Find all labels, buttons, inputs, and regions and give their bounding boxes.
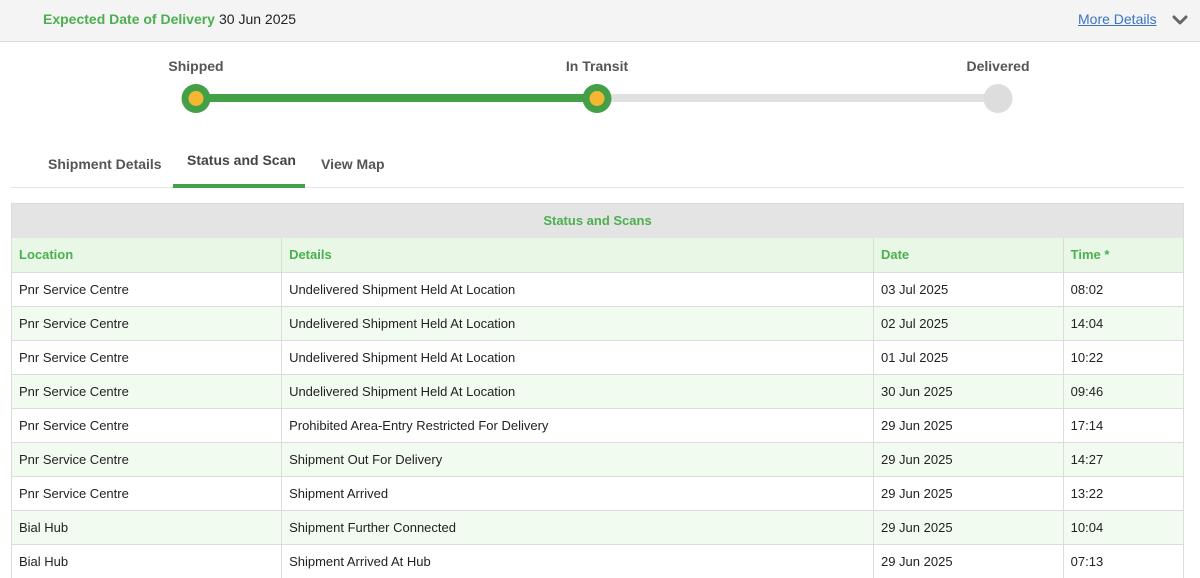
- table-row: Pnr Service Centre Undelivered Shipment …: [12, 306, 1183, 341]
- progress-track-completed: [196, 94, 598, 102]
- cell-time: 14:04: [1063, 306, 1183, 341]
- table-row: Pnr Service Centre Undelivered Shipment …: [12, 340, 1183, 375]
- cell-time: 07:13: [1063, 544, 1183, 578]
- cell-date: 29 Jun 2025: [873, 510, 1064, 545]
- table-row: Pnr Service Centre Undelivered Shipment …: [12, 374, 1183, 409]
- cell-location: Pnr Service Centre: [12, 476, 283, 511]
- cell-details: Undelivered Shipment Held At Location: [281, 340, 874, 375]
- cell-details: Shipment Arrived: [281, 476, 874, 511]
- stage-label-shipped: Shipped: [168, 58, 224, 74]
- status-scans-panel: Status and Scans Location Details Date T…: [11, 203, 1184, 578]
- cell-location: Pnr Service Centre: [12, 340, 283, 375]
- cell-location: Pnr Service Centre: [12, 442, 283, 477]
- cell-location: Bial Hub: [12, 544, 283, 578]
- table-row: Bial Hub Shipment Arrived At Hub 29 Jun …: [12, 544, 1183, 578]
- tab-shipment-details[interactable]: Shipment Details: [37, 140, 169, 188]
- cell-location: Pnr Service Centre: [12, 374, 283, 409]
- cell-time: 09:46: [1063, 374, 1183, 409]
- tab-status-and-scan[interactable]: Status and Scan: [173, 140, 305, 188]
- table-row: Bial Hub Shipment Further Connected 29 J…: [12, 510, 1183, 545]
- cell-date: 30 Jun 2025: [873, 374, 1064, 409]
- stage-node-in-transit: [582, 84, 612, 113]
- cell-details: Shipment Out For Delivery: [281, 442, 874, 477]
- table-row: Pnr Service Centre Shipment Out For Deli…: [12, 442, 1183, 477]
- cell-time: 17:14: [1063, 408, 1183, 443]
- delivery-header: Expected Date of Delivery 30 Jun 2025 Mo…: [0, 0, 1200, 42]
- table-row: Pnr Service Centre Prohibited Area-Entry…: [12, 408, 1183, 443]
- cell-details: Prohibited Area-Entry Restricted For Del…: [281, 408, 874, 443]
- cell-time: 13:22: [1063, 476, 1183, 511]
- tab-label: Status and Scan: [187, 152, 296, 168]
- stage-node-delivered: [983, 84, 1013, 113]
- cell-details: Undelivered Shipment Held At Location: [281, 374, 874, 409]
- cell-date: 03 Jul 2025: [873, 272, 1064, 307]
- tab-label: Shipment Details: [48, 156, 162, 172]
- stage-label-delivered: Delivered: [966, 58, 1030, 74]
- expected-delivery-date: 30 Jun 2025: [219, 11, 297, 27]
- more-details-link[interactable]: More Details: [1078, 11, 1157, 27]
- column-header-date: Date: [873, 238, 1064, 273]
- column-header-details: Details: [281, 238, 874, 273]
- cell-location: Bial Hub: [12, 510, 283, 545]
- cell-date: 01 Jul 2025: [873, 340, 1064, 375]
- cell-date: 02 Jul 2025: [873, 306, 1064, 341]
- cell-details: Shipment Further Connected: [281, 510, 874, 545]
- cell-details: Undelivered Shipment Held At Location: [281, 272, 874, 307]
- column-header-location: Location: [12, 238, 283, 273]
- chevron-down-icon[interactable]: [1171, 11, 1189, 29]
- cell-location: Pnr Service Centre: [12, 306, 283, 341]
- table-row: Pnr Service Centre Undelivered Shipment …: [12, 272, 1183, 307]
- column-header-time: Time *: [1063, 238, 1183, 273]
- table-header-row: Location Details Date Time *: [12, 238, 1183, 273]
- progress-track-pending: [598, 94, 998, 102]
- cell-details: Shipment Arrived At Hub: [281, 544, 874, 578]
- shipment-tabs: Shipment Details Status and Scan View Ma…: [11, 140, 1184, 188]
- cell-time: 10:22: [1063, 340, 1183, 375]
- table-title: Status and Scans: [12, 204, 1183, 238]
- tab-view-map[interactable]: View Map: [309, 140, 399, 188]
- cell-location: Pnr Service Centre: [12, 408, 283, 443]
- cell-date: 29 Jun 2025: [873, 408, 1064, 443]
- cell-time: 14:27: [1063, 442, 1183, 477]
- stage-label-in-transit: In Transit: [565, 58, 629, 74]
- cell-date: 29 Jun 2025: [873, 476, 1064, 511]
- cell-location: Pnr Service Centre: [12, 272, 283, 307]
- table-row: Pnr Service Centre Shipment Arrived 29 J…: [12, 476, 1183, 511]
- cell-time: 10:04: [1063, 510, 1183, 545]
- status-scans-table: Location Details Date Time * Pnr Service…: [12, 238, 1183, 578]
- cell-time: 08:02: [1063, 272, 1183, 307]
- cell-date: 29 Jun 2025: [873, 442, 1064, 477]
- expected-delivery-label: Expected Date of Delivery: [43, 11, 215, 27]
- tab-label: View Map: [321, 156, 385, 172]
- stage-node-shipped: [181, 84, 211, 113]
- cell-details: Undelivered Shipment Held At Location: [281, 306, 874, 341]
- cell-date: 29 Jun 2025: [873, 544, 1064, 578]
